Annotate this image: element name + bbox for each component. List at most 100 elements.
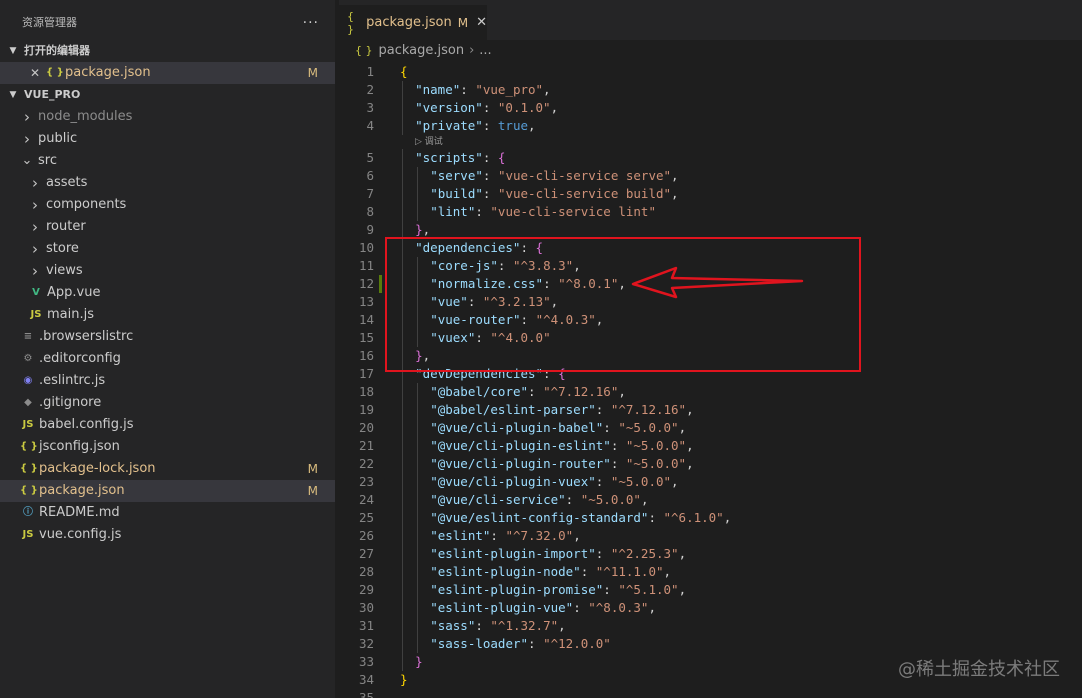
indent-guide — [417, 635, 419, 653]
file-label: components — [46, 197, 127, 212]
code-token: "^5.1.0" — [618, 582, 679, 597]
tree-folder[interactable]: › assets — [0, 172, 335, 194]
indent-guide — [402, 117, 403, 135]
code-line: 23 "@vue/cli-plugin-vuex": "~5.0.0", — [339, 473, 1082, 491]
code-token: , — [648, 600, 656, 615]
project-section-header[interactable]: ▼ VUE_PRO — [0, 84, 335, 106]
open-editor-item[interactable]: ✕ { } package.json M — [0, 62, 335, 84]
code-line: 6 "serve": "vue-cli-service serve", — [339, 167, 1082, 185]
breadcrumb: { } package.json › ... — [339, 40, 1082, 62]
tree-folder[interactable]: › views — [0, 260, 335, 282]
code-token: , — [640, 492, 649, 507]
modified-badge: M — [307, 462, 318, 476]
modified-badge: M — [457, 15, 469, 30]
code-token: "@vue/cli-plugin-vuex" — [430, 474, 596, 489]
code-token: : — [595, 474, 611, 489]
code-token: , — [528, 118, 536, 133]
tree-folder[interactable]: ⌄ src — [0, 150, 335, 172]
code-editor[interactable]: 1{2 "name": "vue_pro", 3 "version": "0.1.0"… — [339, 63, 1082, 698]
file-label: assets — [46, 175, 88, 190]
code-line: 32 "sass-loader": "^12.0.0" — [339, 635, 1082, 653]
code-token: "~5.0.0" — [625, 456, 687, 471]
code-token: } — [415, 654, 423, 669]
line-number: 20 — [358, 420, 374, 435]
code-token: : — [475, 204, 491, 219]
chevron-down-icon: ⌄ — [21, 153, 33, 168]
indent-guide — [402, 635, 403, 653]
tree-file[interactable]: ◆ .gitignore — [0, 392, 335, 414]
indent-guide — [402, 185, 403, 203]
code-token: "^2.25.3" — [610, 546, 679, 561]
code-token: , — [671, 168, 679, 183]
tree-folder[interactable]: › router — [0, 216, 335, 238]
indent-guide — [402, 419, 403, 437]
tree-file[interactable]: V App.vue — [0, 282, 335, 304]
tab-package-json[interactable]: { } package.json M ✕ — [339, 5, 487, 40]
more-actions-icon[interactable]: ··· — [303, 0, 319, 46]
code-token: : — [595, 402, 611, 417]
tree-file[interactable]: ⓘ README.md — [0, 502, 335, 524]
tree-folder[interactable]: › node_modules — [0, 106, 335, 128]
file-label: router — [46, 219, 86, 234]
code-token: "^8.0.3" — [588, 600, 649, 615]
tree-file[interactable]: ◉ .eslintrc.js — [0, 370, 335, 392]
tree-file[interactable]: { } package.json M — [0, 480, 335, 502]
code-token: "^1.32.7" — [490, 618, 559, 633]
file-label: package.json — [39, 483, 125, 498]
code-line: 29 "eslint-plugin-promise": "^5.1.0", — [339, 581, 1082, 599]
indent-guide — [402, 509, 403, 527]
code-token: "vue_pro" — [475, 82, 544, 97]
codelens-text[interactable]: ▷ 调试 — [415, 135, 443, 149]
code-text: "eslint-plugin-node": "^11.1.0", — [430, 563, 671, 581]
code-token: "^11.1.0" — [595, 564, 664, 579]
close-icon[interactable]: ✕ — [28, 62, 42, 84]
indent-guide — [417, 527, 419, 545]
file-label: .browserslistrc — [39, 329, 134, 344]
indent-guide — [402, 491, 403, 509]
line-number: 35 — [358, 690, 374, 698]
code-text: "sass-loader": "^12.0.0" — [430, 635, 611, 653]
tree-folder[interactable]: › components — [0, 194, 335, 216]
code-text: "sass": "^1.32.7", — [430, 617, 565, 635]
line-number: 17 — [358, 366, 374, 381]
json-file-icon: { } — [20, 485, 38, 496]
tree-file[interactable]: { } jsconfig.json — [0, 436, 335, 458]
code-token: : — [580, 564, 596, 579]
file-label: App.vue — [47, 285, 101, 300]
code-token: "~5.0.0" — [625, 438, 687, 453]
breadcrumb-file[interactable]: package.json — [379, 40, 465, 62]
close-icon[interactable]: ✕ — [476, 15, 487, 30]
code-token: , — [686, 456, 694, 471]
code-token: "vue-cli-service serve" — [497, 168, 672, 183]
open-editors-section-header[interactable]: ▼ 打开的编辑器 — [0, 40, 335, 62]
code-token: , — [723, 510, 732, 525]
indent-guide — [402, 167, 403, 185]
indent-guide — [417, 437, 419, 455]
line-number: 1 — [366, 64, 374, 79]
code-token: "eslint-plugin-vue" — [430, 600, 574, 615]
breadcrumb-rest[interactable]: ... — [479, 40, 491, 62]
tree-file[interactable]: ≡ .browserslistrc — [0, 326, 335, 348]
chevron-right-icon: › — [469, 43, 475, 58]
line-number: 2 — [366, 82, 374, 97]
indent-guide — [402, 653, 403, 671]
git-icon: ◆ — [24, 397, 32, 408]
line-number: 13 — [358, 294, 374, 309]
code-token: : — [610, 456, 626, 471]
tree-file[interactable]: JS vue.config.js — [0, 524, 335, 546]
code-text: "name": "vue_pro", — [415, 81, 550, 99]
code-text: "@babel/core": "^7.12.16", — [430, 383, 626, 401]
code-line: 26 "eslint": "^7.32.0", — [339, 527, 1082, 545]
code-token: } — [400, 672, 408, 687]
tree-folder[interactable]: › store — [0, 238, 335, 260]
debug-codelens[interactable]: ▷ 调试 — [339, 135, 1082, 149]
tree-file[interactable]: { } package-lock.json M — [0, 458, 335, 480]
modified-badge: M — [307, 484, 318, 498]
tree-file[interactable]: JS main.js — [0, 304, 335, 326]
tree-file[interactable]: ⚙ .editorconfig — [0, 348, 335, 370]
file-label: public — [38, 131, 78, 146]
code-token: , — [686, 402, 694, 417]
line-number: 31 — [358, 618, 374, 633]
tree-folder[interactable]: › public — [0, 128, 335, 150]
tree-file[interactable]: JS babel.config.js — [0, 414, 335, 436]
